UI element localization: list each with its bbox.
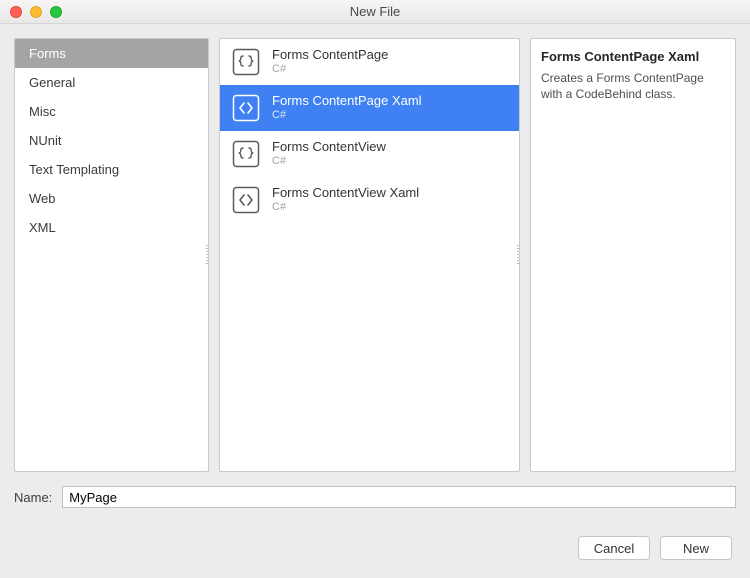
detail-description: Creates a Forms ContentPage with a CodeB… — [541, 70, 725, 102]
category-item[interactable]: Misc — [15, 97, 208, 126]
template-panel: Forms ContentPageC#Forms ContentPage Xam… — [219, 38, 520, 472]
category-label: General — [29, 75, 75, 90]
template-item[interactable]: Forms ContentPage XamlC# — [220, 85, 519, 131]
category-panel: Forms General Misc NUnit Text Templating Web X… — [14, 38, 209, 472]
cancel-button[interactable]: Cancel — [578, 536, 650, 560]
category-item[interactable]: Text Templating — [15, 155, 208, 184]
braces-icon — [232, 140, 260, 168]
template-subtitle: C# — [272, 63, 388, 77]
angle-brackets-icon — [232, 94, 260, 122]
angle-brackets-icon — [232, 186, 260, 214]
name-input[interactable] — [62, 486, 736, 508]
template-text: Forms ContentPage XamlC# — [272, 93, 422, 123]
braces-icon — [232, 48, 260, 76]
window-title: New File — [0, 4, 750, 19]
template-item[interactable]: Forms ContentPageC# — [220, 39, 519, 85]
window-controls — [10, 6, 62, 18]
titlebar: New File — [0, 0, 750, 24]
template-text: Forms ContentPageC# — [272, 47, 388, 77]
category-item[interactable]: XML — [15, 213, 208, 242]
template-text: Forms ContentView XamlC# — [272, 185, 419, 215]
category-item[interactable]: General — [15, 68, 208, 97]
button-bar: Cancel New — [0, 518, 750, 578]
category-item[interactable]: Web — [15, 184, 208, 213]
category-label: Text Templating — [29, 162, 119, 177]
detail-panel: Forms ContentPage Xaml Creates a Forms C… — [530, 38, 736, 472]
category-item[interactable]: Forms — [15, 39, 208, 68]
template-item[interactable]: Forms ContentView XamlC# — [220, 177, 519, 223]
category-label: XML — [29, 220, 56, 235]
resize-grip-icon[interactable] — [517, 245, 520, 265]
new-button[interactable]: New — [660, 536, 732, 560]
minimize-window-button[interactable] — [30, 6, 42, 18]
template-title: Forms ContentView Xaml — [272, 185, 419, 201]
resize-grip-icon[interactable] — [206, 245, 209, 265]
category-label: NUnit — [29, 133, 62, 148]
dialog-body: Forms General Misc NUnit Text Templating Web X… — [0, 24, 750, 482]
template-subtitle: C# — [272, 155, 386, 169]
name-row: Name: — [0, 482, 750, 518]
template-title: Forms ContentPage — [272, 47, 388, 63]
template-title: Forms ContentView — [272, 139, 386, 155]
close-window-button[interactable] — [10, 6, 22, 18]
category-item[interactable]: NUnit — [15, 126, 208, 155]
name-label: Name: — [14, 490, 52, 505]
template-subtitle: C# — [272, 109, 422, 123]
zoom-window-button[interactable] — [50, 6, 62, 18]
category-label: Misc — [29, 104, 56, 119]
category-label: Web — [29, 191, 56, 206]
template-subtitle: C# — [272, 201, 419, 215]
template-item[interactable]: Forms ContentViewC# — [220, 131, 519, 177]
category-label: Forms — [29, 46, 66, 61]
detail-title: Forms ContentPage Xaml — [541, 49, 725, 64]
template-text: Forms ContentViewC# — [272, 139, 386, 169]
template-title: Forms ContentPage Xaml — [272, 93, 422, 109]
